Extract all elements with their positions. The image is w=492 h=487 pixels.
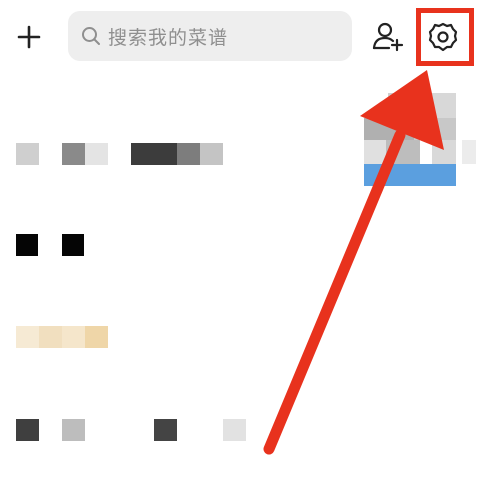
search-placeholder: 搜索我的菜谱 (108, 26, 229, 49)
search-input[interactable]: 搜索我的菜谱 (68, 11, 352, 61)
highlight-box (416, 8, 474, 66)
add-friend-button[interactable] (371, 20, 405, 54)
plus-icon (17, 25, 41, 49)
add-user-icon (372, 22, 404, 52)
my-recipes-screen: 搜索我的菜谱 (0, 0, 492, 487)
search-icon (82, 27, 100, 45)
add-button[interactable] (14, 22, 44, 52)
